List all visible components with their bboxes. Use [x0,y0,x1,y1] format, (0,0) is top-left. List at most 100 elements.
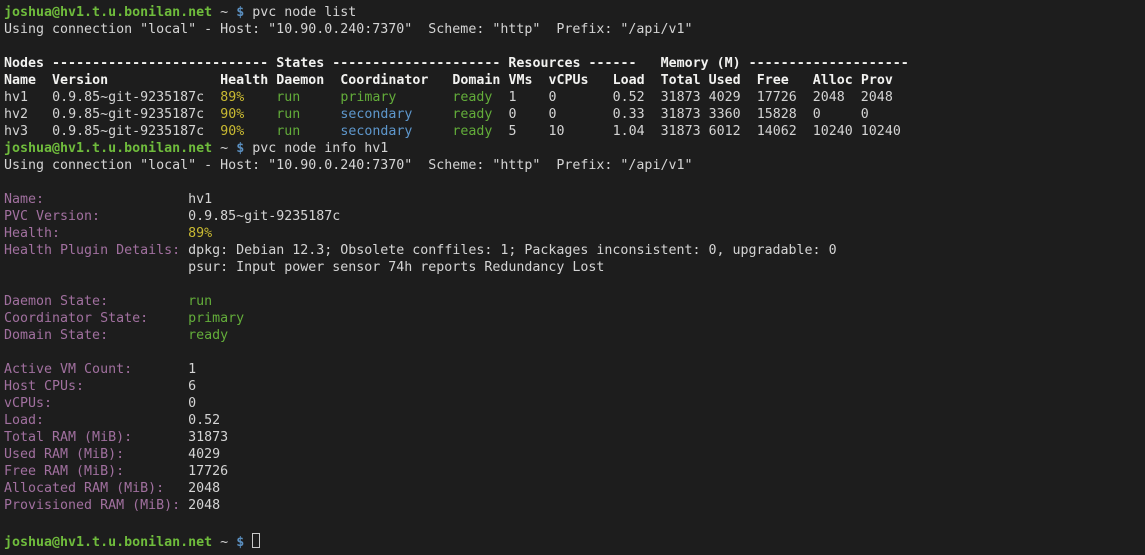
table-row-hv1-text: hv1 [4,90,28,105]
spacer [28,124,52,139]
prompt-idle-text: ~ [220,535,228,550]
spacer [396,90,452,105]
info-total-ram: Total RAM (MiB): 31873 [4,429,1145,446]
spacer [853,73,861,88]
table-row-hv2-text: 31873 [661,107,701,122]
spacer [300,124,340,139]
table-column-header-text: VMs [508,73,532,88]
table-section-header-text: ------ [589,56,637,71]
table-row-hv1: hv1 0.9.85~git-9235187c 89% run primary … [4,89,1145,106]
table-row-hv3-text: 6012 [709,124,741,139]
table-column-header-text: Prov [861,73,893,88]
info-health-plugin-details-text: dpkg: Debian 12.3; Obsolete conffiles: 1… [188,243,836,258]
info-daemon-state-text: Daemon State: [4,294,108,309]
table-row-hv1-text: 89% [220,90,244,105]
terminal-window[interactable]: joshua@hv1.t.u.bonilan.net ~ $ pvc node … [0,0,1145,555]
info-free-ram-text: 17726 [188,464,228,479]
table-column-header-text: Used [709,73,741,88]
table-row-hv1-text: 0.9.85~git-9235187c [52,90,204,105]
table-row-hv3-text: 1.04 [613,124,645,139]
table-row-hv2-text: 90% [220,107,244,122]
info-daemon-state: Daemon State: run [4,293,1145,310]
spacer [645,90,661,105]
spacer [44,192,188,207]
info-used-ram-text: 4029 [188,447,220,462]
table-row-hv3-text: 0.9.85~git-9235187c [52,124,204,139]
info-used-ram-text: Used RAM (MiB): [4,447,124,462]
info-coordinator-state-text: Coordinator State: [4,311,148,326]
info-health-plugin-details-cont-text: psur: Input power sensor 74h reports Red… [188,260,604,275]
spacer [60,226,188,241]
spacer [52,396,188,411]
table-column-header: Name Version Health Daemon Coordinator D… [4,72,1145,89]
spacer [204,124,220,139]
table-section-header-text: Nodes [4,56,44,71]
spacer [212,141,220,156]
table-row-hv1-text: 0 [549,90,557,105]
spacer [428,73,452,88]
spacer [516,124,548,139]
table-section-header: Nodes --------------------------- States… [4,55,1145,72]
spacer [797,90,813,105]
spacer [701,90,709,105]
connection-info-line: Using connection "local" - Host: "10.90.… [4,21,1145,38]
info-host-cpus: Host CPUs: 6 [4,378,1145,395]
spacer [132,362,188,377]
table-column-header-text: Health [220,73,268,88]
prompt-node-list-text: $ [236,5,244,20]
connection-info-line-text: Using connection "local" - Host: "10.90.… [4,158,692,173]
table-row-hv3-text: secondary [340,124,412,139]
prompt-idle-text: $ [236,535,244,550]
prompt-node-list-text: joshua@hv1.t.u.bonilan.net [4,5,212,20]
table-section-header-text: --------------------------- [52,56,268,71]
table-column-header-text: vCPUs [549,73,589,88]
table-row-hv2: hv2 0.9.85~git-9235187c 90% run secondar… [4,106,1145,123]
table-row-hv1-text: primary [340,90,396,105]
table-column-header-text: Version [52,73,108,88]
table-row-hv1-text: run [276,90,300,105]
info-provisioned-ram-text: Provisioned RAM (MiB): [4,498,180,513]
spacer [44,56,52,71]
info-vcpus: vCPUs: 0 [4,395,1145,412]
spacer [100,209,188,224]
table-row-hv1-text: 2048 [813,90,845,105]
spacer [164,481,188,496]
table-row-hv2-text: hv2 [4,107,28,122]
table-row-hv3-text: 10240 [861,124,901,139]
table-row-hv3-text: 10240 [813,124,853,139]
spacer [204,107,220,122]
info-health-plugin-details-cont: psur: Input power sensor 74h reports Red… [4,259,1145,276]
info-health-plugin-details-text: Health Plugin Details: [4,243,180,258]
info-active-vm-count: Active VM Count: 1 [4,361,1145,378]
spacer [4,260,188,275]
prompt-node-list: joshua@hv1.t.u.bonilan.net ~ $ pvc node … [4,4,1145,21]
spacer [132,430,188,445]
spacer [741,73,757,88]
spacer [148,311,188,326]
table-row-hv3-text: hv3 [4,124,28,139]
info-allocated-ram: Allocated RAM (MiB): 2048 [4,480,1145,497]
table-row-hv1-text: 2048 [861,90,893,105]
blank-line [4,344,1145,361]
table-row-hv3-text: ready [452,124,492,139]
spacer [701,107,709,122]
info-provisioned-ram-text: 2048 [188,498,220,513]
connection-info-line: Using connection "local" - Host: "10.90.… [4,157,1145,174]
spacer [637,56,661,71]
table-row-hv2-text: secondary [340,107,412,122]
table-row-hv2-text: 0 [813,107,821,122]
table-row-hv3-text: 10 [549,124,565,139]
info-vcpus-text: 0 [188,396,196,411]
info-pvc-version-text: 0.9.85~git-9235187c [188,209,340,224]
info-pvc-version: PVC Version: 0.9.85~git-9235187c [4,208,1145,225]
info-coordinator-state-text: primary [188,311,244,326]
spacer [741,107,757,122]
table-column-header-text: Load [613,73,645,88]
spacer [589,73,613,88]
table-column-header-text: Daemon [276,73,324,88]
spacer [741,56,749,71]
prompt-node-info-text: joshua@hv1.t.u.bonilan.net [4,141,212,156]
blank-line [4,276,1145,293]
spacer [228,535,236,550]
spacer [789,73,813,88]
